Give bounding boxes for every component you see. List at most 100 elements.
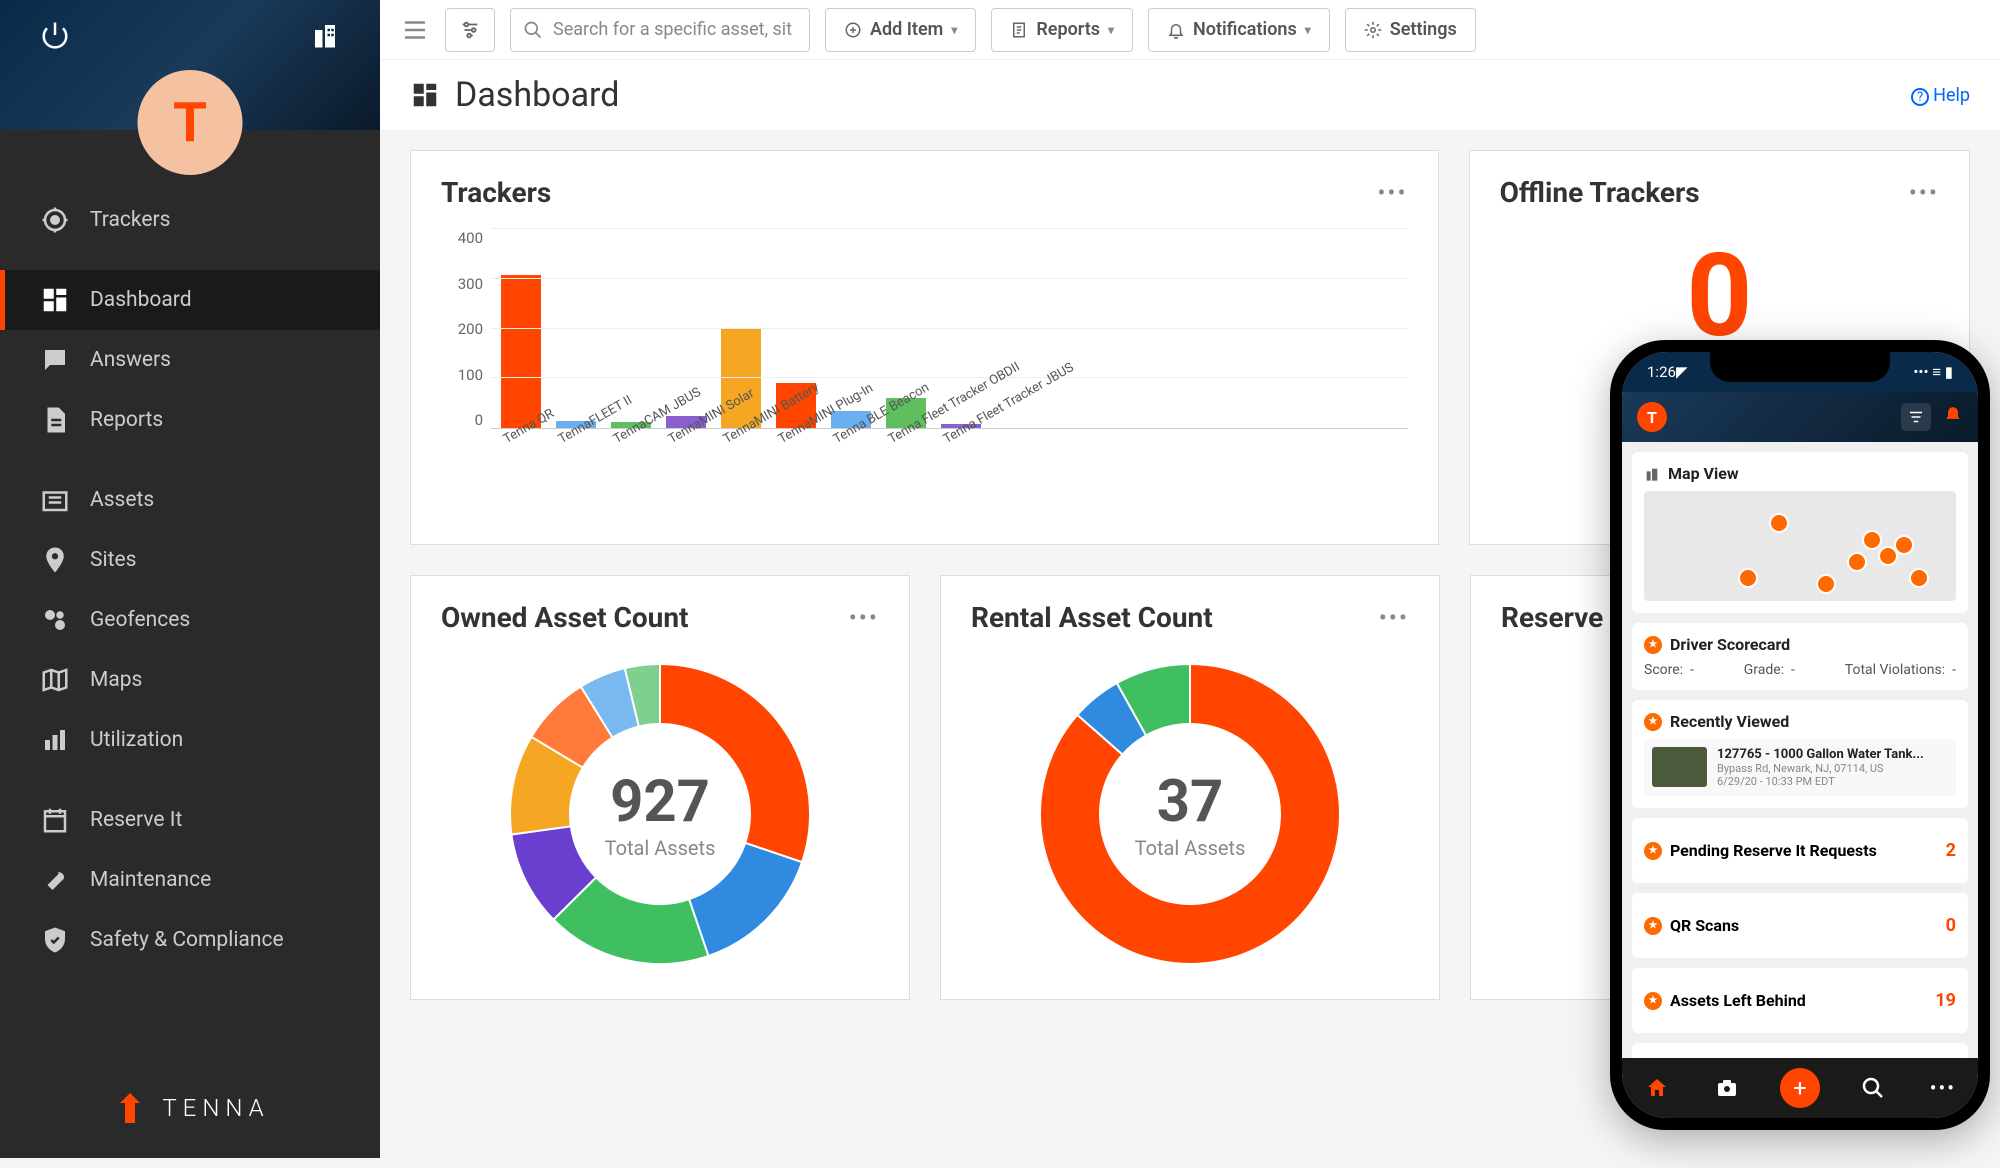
sidebar-item-reserveit[interactable]: Reserve It (0, 790, 380, 850)
sidebar-item-safety[interactable]: Safety & Compliance (0, 910, 380, 970)
phone-recent-item[interactable]: 127765 - 1000 Gallon Water Tank... Bypas… (1644, 739, 1956, 796)
sites-icon (40, 545, 70, 575)
assets-icon (40, 485, 70, 515)
topbar: Search for a specific asset, sit Add Ite… (380, 0, 2000, 60)
sidebar-item-trackers[interactable]: Trackers (0, 190, 380, 250)
card-menu-icon[interactable]: ••• (1377, 179, 1407, 207)
calendar-icon (40, 805, 70, 835)
phone-mockup: 1:26◤ ••• ≡ ▮ T Map View (1610, 340, 1990, 1130)
sidebar-item-answers[interactable]: Answers (0, 330, 380, 390)
phone-map-card[interactable]: Map View (1632, 452, 1968, 613)
sidebar-item-utilization[interactable]: Utilization (0, 710, 380, 770)
phone-notch (1710, 352, 1890, 382)
owned-asset-card: Owned Asset Count ••• 927 Total Assets (410, 575, 910, 1000)
sidebar-item-maintenance[interactable]: Maintenance (0, 850, 380, 910)
tracker-icon (40, 205, 70, 235)
maps-icon (40, 665, 70, 695)
phone-stat-row[interactable]: ★ Pending Reserve It Requests2 (1632, 818, 1968, 883)
sidebar-item-label: Sites (90, 548, 136, 572)
owned-donut: 927 Total Assets (441, 654, 879, 974)
sidebar-item-label: Maintenance (90, 868, 211, 892)
sidebar-item-label: Utilization (90, 728, 183, 752)
search-placeholder: Search for a specific asset, sit (553, 19, 792, 40)
sidebar-item-label: Geofences (90, 608, 190, 632)
phone-body: Map View ★Driver Scorecard Score: - Grad… (1622, 442, 1978, 1058)
phone-nav-more[interactable]: ••• (1925, 1071, 1960, 1106)
dashboard-icon (410, 80, 440, 110)
donut-label: Total Assets (1135, 836, 1246, 860)
trackers-barchart: 4003002001000 Tenna QRTennaFLEET IITenna… (441, 229, 1408, 519)
filter-button[interactable] (445, 8, 495, 52)
phone-stat-row[interactable]: ★ Submitted DVIR (1632, 1043, 1968, 1058)
card-menu-icon[interactable]: ••• (849, 604, 879, 632)
bar[interactable] (501, 275, 541, 428)
hamburger-icon[interactable] (400, 15, 430, 45)
sidebar: T Trackers Dashboard Answers Reports Ass… (0, 0, 380, 1158)
donut-value: 37 (1135, 768, 1246, 836)
phone-stat-row[interactable]: ★ Assets Left Behind19 (1632, 968, 1968, 1033)
sidebar-item-label: Maps (90, 668, 142, 692)
page-title: Dashboard (455, 75, 1911, 115)
building-icon (1644, 466, 1660, 482)
search-icon (523, 20, 543, 40)
phone-nav-home[interactable] (1640, 1071, 1675, 1106)
phone-avatar[interactable]: T (1637, 402, 1667, 432)
card-title: Trackers (441, 176, 551, 209)
phone-stat-row[interactable]: ★ QR Scans0 (1632, 893, 1968, 958)
tenna-logo-icon (110, 1088, 150, 1128)
help-link[interactable]: ?Help (1911, 85, 1970, 106)
sidebar-item-reports[interactable]: Reports (0, 390, 380, 450)
sidebar-item-label: Assets (90, 488, 154, 512)
phone-bell-icon[interactable] (1943, 403, 1963, 431)
badge-icon: ★ (1644, 842, 1662, 860)
offline-value: 0 (1500, 239, 1939, 354)
donut-value: 927 (605, 768, 716, 836)
dashboard-icon (40, 285, 70, 315)
settings-button[interactable]: Settings (1345, 8, 1476, 52)
phone-filter-button[interactable] (1901, 403, 1931, 431)
phone-header: T (1622, 392, 1978, 442)
power-icon[interactable] (40, 20, 70, 50)
sidebar-item-maps[interactable]: Maps (0, 650, 380, 710)
card-menu-icon[interactable]: ••• (1909, 179, 1939, 207)
donut-label: Total Assets (605, 836, 716, 860)
phone-scorecard[interactable]: ★Driver Scorecard Score: - Grade: - Tota… (1632, 623, 1968, 690)
reports-button[interactable]: Reports ▾ (991, 8, 1133, 52)
utilization-icon (40, 725, 70, 755)
card-title: Offline Trackers (1500, 176, 1700, 209)
notifications-button[interactable]: Notifications ▾ (1148, 8, 1330, 52)
card-menu-icon[interactable]: ••• (1379, 604, 1409, 632)
asset-thumbnail (1652, 747, 1707, 787)
tenna-logo-text: TENNA (162, 1094, 269, 1122)
add-item-button[interactable]: Add Item ▾ (825, 8, 976, 52)
sidebar-item-dashboard[interactable]: Dashboard (0, 270, 380, 330)
avatar[interactable]: T (138, 70, 243, 175)
sidebar-item-sites[interactable]: Sites (0, 530, 380, 590)
reports-icon (40, 405, 70, 435)
answers-icon (40, 345, 70, 375)
sidebar-item-label: Dashboard (90, 288, 192, 312)
badge-icon: ★ (1644, 713, 1662, 731)
phone-bottom-nav: + ••• (1622, 1058, 1978, 1118)
sidebar-header: T (0, 0, 380, 130)
phone-recent-card: ★Recently Viewed 127765 - 1000 Gallon Wa… (1632, 700, 1968, 808)
phone-nav-camera[interactable] (1710, 1071, 1745, 1106)
building-icon[interactable] (310, 20, 340, 50)
phone-map[interactable] (1644, 491, 1956, 601)
location-icon: ◤ (1676, 363, 1688, 381)
badge-icon: ★ (1644, 917, 1662, 935)
phone-nav-search[interactable] (1855, 1071, 1890, 1106)
sidebar-item-geofences[interactable]: Geofences (0, 590, 380, 650)
sidebar-item-label: Reserve It (90, 808, 182, 832)
signal-icon: ••• ≡ ▮ (1913, 363, 1953, 381)
card-title: Rental Asset Count (971, 601, 1213, 634)
sidebar-item-assets[interactable]: Assets (0, 470, 380, 530)
sidebar-item-label: Safety & Compliance (90, 928, 284, 952)
sidebar-item-label: Answers (90, 348, 171, 372)
chevron-down-icon: ▾ (1305, 23, 1311, 37)
phone-nav-add[interactable]: + (1780, 1068, 1820, 1108)
wrench-icon (40, 865, 70, 895)
search-input[interactable]: Search for a specific asset, sit (510, 8, 810, 52)
chevron-down-icon: ▾ (951, 23, 957, 37)
geofences-icon (40, 605, 70, 635)
